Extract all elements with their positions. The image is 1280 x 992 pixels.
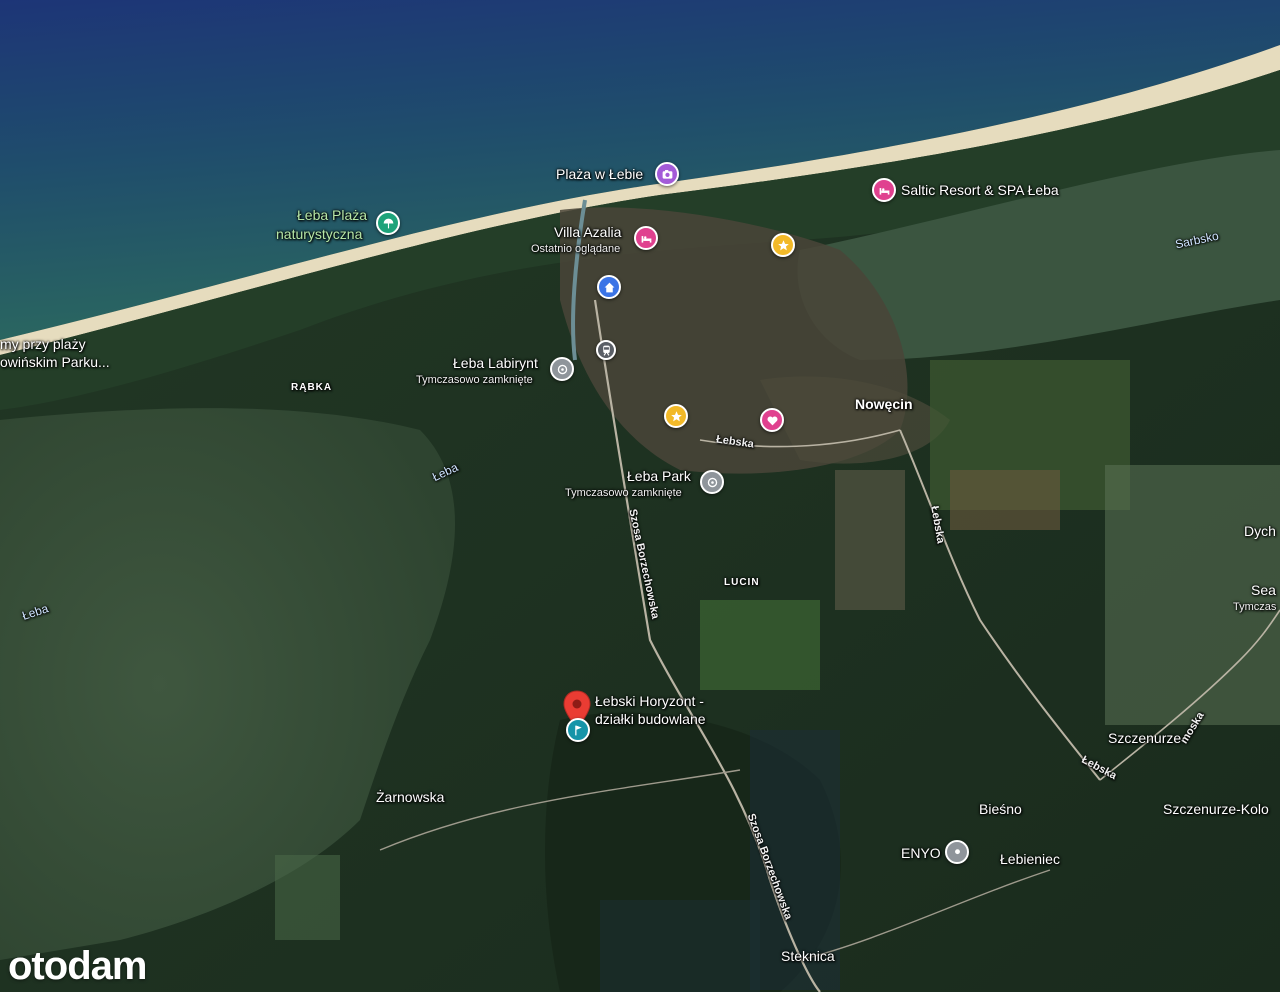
label-leba-plaza[interactable]: Łeba Plaża bbox=[297, 207, 367, 223]
label-nowecin[interactable]: Nowęcin bbox=[855, 396, 913, 412]
home-icon[interactable] bbox=[597, 275, 621, 299]
label-lebski-horyzont[interactable]: Łebski Horyzont - bbox=[595, 693, 704, 709]
heart-icon[interactable] bbox=[760, 408, 784, 432]
label-sea-right[interactable]: Sea bbox=[1251, 582, 1276, 598]
train-icon[interactable] bbox=[596, 340, 616, 360]
label-villa-azalia[interactable]: Villa Azalia bbox=[554, 224, 621, 240]
flag-icon[interactable] bbox=[566, 718, 590, 742]
star-icon[interactable] bbox=[771, 233, 795, 257]
label-park-closed: Tymczasowo zamknięte bbox=[565, 487, 682, 499]
label-leba-park[interactable]: Łeba Park bbox=[627, 468, 691, 484]
label-szczenurze-kolo[interactable]: Szczenurze-Kolo bbox=[1163, 801, 1269, 817]
label-dzialki-budowlane[interactable]: działki budowlane bbox=[595, 711, 706, 727]
label-naturystyczna[interactable]: naturystyczna bbox=[276, 226, 362, 242]
attraction-icon[interactable] bbox=[700, 470, 724, 494]
label-dych[interactable]: Dych bbox=[1244, 523, 1276, 539]
label-rabka: RĄBKA bbox=[291, 382, 333, 393]
label-lebieniec[interactable]: Łebieniec bbox=[1000, 851, 1060, 867]
label-enyo[interactable]: ENYO bbox=[901, 845, 941, 861]
label-labirynt-closed: Tymczasowo zamknięte bbox=[416, 374, 533, 386]
label-plaza-w-lebie[interactable]: Plaża w Łebie bbox=[556, 166, 643, 182]
otodam-logo: otodam bbox=[8, 944, 147, 988]
label-lucin: LUCIN bbox=[724, 577, 760, 588]
label-biesno[interactable]: Bieśno bbox=[979, 801, 1022, 817]
label-sea-right-sub: Tymczas bbox=[1233, 601, 1277, 613]
label-steknica[interactable]: Steknica bbox=[781, 948, 835, 964]
label-zarnowska[interactable]: Żarnowska bbox=[376, 789, 444, 805]
star-icon[interactable] bbox=[664, 404, 688, 428]
location-pin-icon[interactable] bbox=[945, 840, 969, 864]
bed-icon[interactable] bbox=[872, 178, 896, 202]
label-szczenurze[interactable]: Szczenurze bbox=[1108, 730, 1181, 746]
attraction-icon[interactable] bbox=[550, 357, 574, 381]
label-ostatnio-ogladane: Ostatnio oglądane bbox=[531, 243, 621, 255]
label-plaza-left[interactable]: my przy plaży bbox=[0, 336, 86, 352]
label-plaza-left-2[interactable]: owińskim Parku... bbox=[0, 354, 110, 370]
camera-icon[interactable] bbox=[655, 162, 679, 186]
bed-icon[interactable] bbox=[634, 226, 658, 250]
beach-umbrella-icon[interactable] bbox=[376, 211, 400, 235]
label-saltic-resort[interactable]: Saltic Resort & SPA Łeba bbox=[901, 182, 1059, 198]
label-leba-labirynt[interactable]: Łeba Labirynt bbox=[453, 355, 538, 371]
